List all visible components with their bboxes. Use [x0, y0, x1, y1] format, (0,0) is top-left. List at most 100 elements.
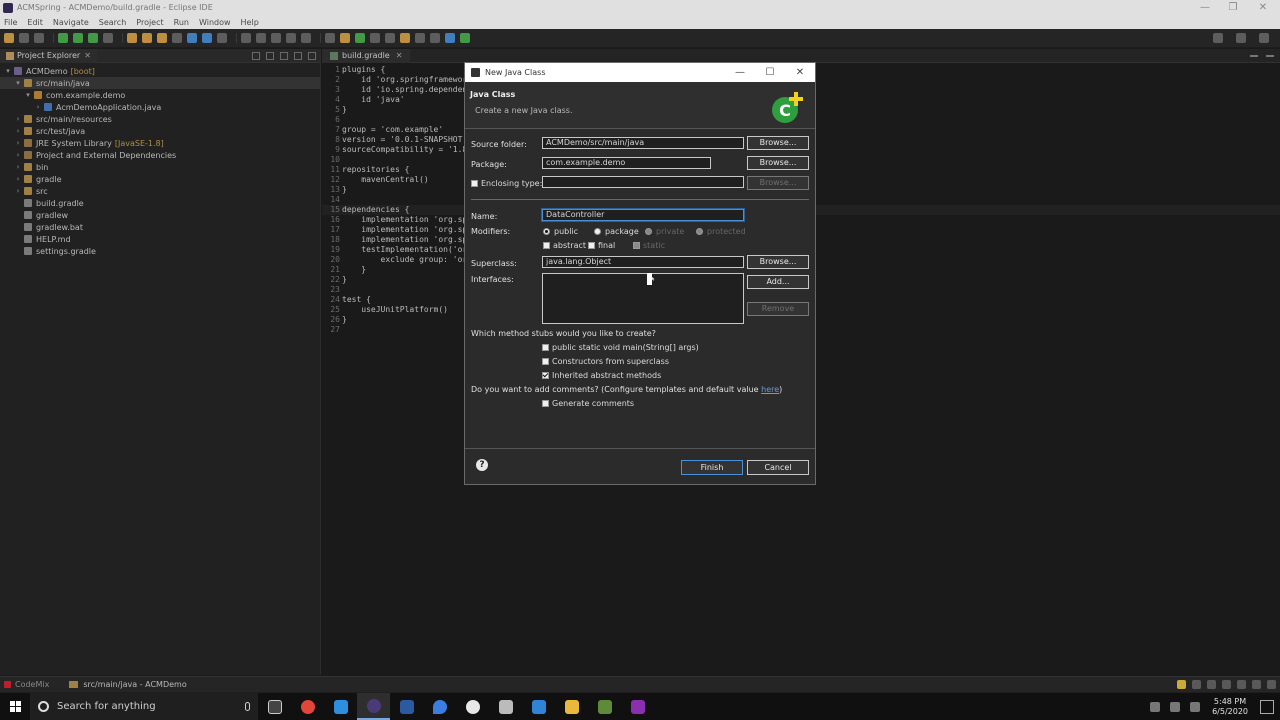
visual-studio-icon [399, 699, 414, 714]
start-button[interactable] [0, 693, 30, 720]
system-tray: 5:48 PM 6/5/2020 [1140, 693, 1280, 720]
volume-icon[interactable] [1190, 701, 1201, 712]
maximize-icon[interactable]: ☐ [757, 63, 783, 82]
package-input[interactable]: com.example.demo [542, 157, 711, 169]
taskbar-photos[interactable] [489, 693, 522, 720]
interfaces-list[interactable] [542, 273, 744, 324]
taskbar-chrome[interactable] [291, 693, 324, 720]
taskbar-vscode[interactable] [324, 693, 357, 720]
close-icon[interactable]: ✕ [787, 63, 813, 82]
photos-icon [498, 699, 513, 714]
stub-constructors-label: Constructors from superclass [552, 357, 670, 366]
taskbar-clock[interactable]: 5:48 PM 6/5/2020 [1212, 697, 1248, 717]
checkbox-box [543, 242, 550, 249]
enclosing-type-checkbox[interactable]: Enclosing type: [471, 179, 542, 188]
comments-question-text: Do you want to add comments? (Configure … [471, 385, 762, 394]
taskbar-visual-studio[interactable] [390, 693, 423, 720]
minecraft-icon [597, 699, 612, 714]
search-icon [38, 701, 49, 712]
task-view-button[interactable] [258, 693, 291, 720]
radio-dot [645, 228, 652, 235]
configure-templates-link[interactable]: here [761, 385, 779, 394]
superclass-browse-button[interactable]: Browse... [747, 255, 809, 269]
taskbar-file-explorer[interactable] [555, 693, 588, 720]
chrome-icon [300, 699, 315, 714]
modifier-abstract-label: abstract [553, 241, 587, 250]
modifier-static-label: static [643, 241, 665, 250]
taskbar-maps[interactable] [423, 693, 456, 720]
superclass-input[interactable]: java.lang.Object [542, 256, 744, 268]
stub-main-label: public static void main(String[] args) [552, 343, 699, 352]
dialog-titlebar: New Java Class — ☐ ✕ [465, 63, 815, 82]
taskbar-slack[interactable] [456, 693, 489, 720]
modifier-protected-radio[interactable]: protected [696, 227, 746, 236]
modifier-abstract-checkbox[interactable]: abstract [543, 241, 586, 250]
eclipse-icon [366, 698, 381, 713]
slack-icon [465, 699, 480, 714]
enclosing-type-input[interactable] [542, 176, 744, 188]
radio-dot [594, 228, 601, 235]
stub-constructors-checkbox[interactable]: Constructors from superclass [542, 357, 669, 366]
source-folder-browse-button[interactable]: Browse... [747, 136, 809, 150]
windows-logo-icon [9, 701, 21, 712]
radio-dot [543, 228, 550, 235]
checkbox-box [542, 358, 549, 365]
separator [471, 199, 809, 200]
taskbar-onenote[interactable] [621, 693, 654, 720]
package-label: Package: [471, 160, 507, 169]
generate-comments-checkbox[interactable]: Generate comments [542, 399, 634, 408]
source-folder-input[interactable]: ACMDemo/src/main/java [542, 137, 744, 149]
cancel-button[interactable]: Cancel [747, 460, 809, 475]
dialog-icon [471, 68, 480, 77]
chevron-up-icon[interactable] [1150, 701, 1161, 712]
radio-dot [696, 228, 703, 235]
superclass-label: Superclass: [471, 259, 517, 268]
taskbar-search[interactable]: Search for anything [30, 693, 258, 720]
header-description: Create a new Java class. [475, 106, 573, 115]
action-center-icon[interactable] [1260, 699, 1274, 714]
taskbar-eclipse[interactable] [357, 693, 390, 720]
clock-date: 6/5/2020 [1212, 706, 1248, 716]
modifier-private-radio[interactable]: private [645, 227, 684, 236]
modifier-public-label: public [554, 227, 579, 236]
comments-question: Do you want to add comments? (Configure … [471, 385, 782, 394]
package-browse-button[interactable]: Browse... [747, 156, 809, 170]
finish-button[interactable]: Finish [681, 460, 743, 475]
task-view-icon [267, 699, 282, 714]
interfaces-label: Interfaces: [471, 275, 514, 284]
class-name-input[interactable]: DataController [542, 209, 744, 221]
stub-inherited-label: Inherited abstract methods [552, 371, 662, 380]
wifi-icon[interactable] [1170, 701, 1181, 712]
modifier-protected-label: protected [707, 227, 746, 236]
checkbox-box [471, 180, 478, 187]
dialog-title: New Java Class [485, 68, 546, 77]
enclosing-type-label: Enclosing type: [481, 179, 543, 188]
modifier-public-radio[interactable]: public [543, 227, 578, 236]
add-interface-button[interactable]: Add... [747, 275, 809, 289]
mouse-cursor-icon [647, 273, 655, 285]
minimize-icon[interactable]: — [727, 63, 753, 82]
generate-comments-label: Generate comments [552, 399, 635, 408]
remove-interface-button[interactable]: Remove [747, 302, 809, 316]
stub-main-checkbox[interactable]: public static void main(String[] args) [542, 343, 699, 352]
dialog-header: Java Class Create a new Java class. C [465, 82, 815, 129]
new-java-class-dialog: New Java Class — ☐ ✕ Java Class Create a… [464, 62, 816, 485]
source-folder-label: Source folder: [471, 140, 527, 149]
checkbox-box [588, 242, 595, 249]
vscode-icon [333, 699, 348, 714]
modifier-final-label: final [598, 241, 616, 250]
taskbar-mail[interactable] [522, 693, 555, 720]
header-title: Java Class [470, 90, 516, 99]
modifier-final-checkbox[interactable]: final [588, 241, 615, 250]
taskbar-minecraft[interactable] [588, 693, 621, 720]
modifier-static-checkbox[interactable]: static [633, 241, 665, 250]
stub-inherited-checkbox[interactable]: Inherited abstract methods [542, 371, 661, 380]
modifier-package-radio[interactable]: package [594, 227, 639, 236]
enclosing-type-browse-button[interactable]: Browse... [747, 176, 809, 190]
mail-icon [531, 699, 546, 714]
checkbox-box [542, 344, 549, 351]
svg-text:C: C [779, 101, 791, 120]
microphone-icon[interactable] [245, 702, 250, 711]
help-icon[interactable]: ? [476, 459, 488, 471]
comments-question-close: ) [779, 385, 783, 394]
